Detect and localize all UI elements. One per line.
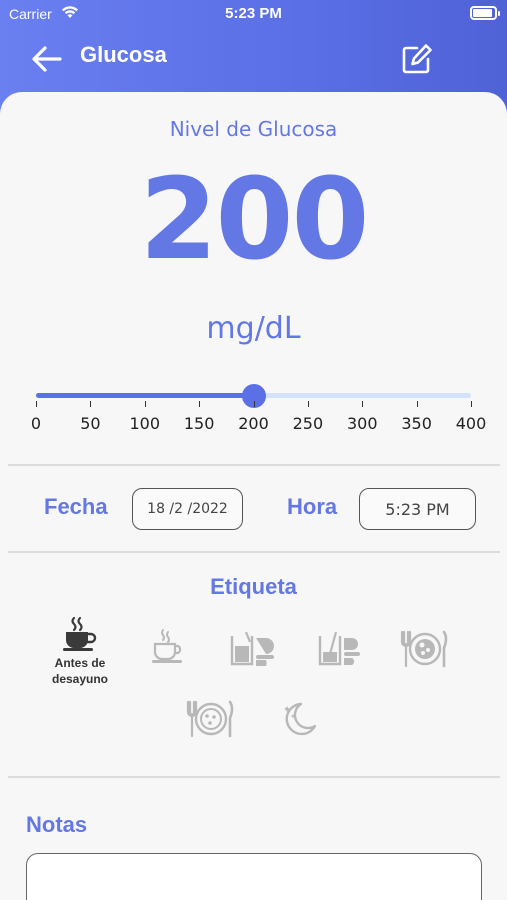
tag-steaming-cup[interactable] [128,628,208,664]
divider [8,464,500,466]
time-label: Hora [287,494,338,519]
divider [8,776,500,778]
juice-sandwich-icon [230,631,274,666]
arrow-left-icon[interactable] [30,42,64,76]
tag-plate-cutlery[interactable] [171,700,251,738]
slider-tick-label: 300 [346,414,378,433]
slider-tick [471,401,472,407]
glucose-unit: mg/dL [206,311,301,346]
slider-tick-label: 100 [129,414,161,433]
tag-caption: Antes de desayuno [51,656,108,686]
plate-fork-knife-icon [400,630,448,668]
steaming-cup-icon [152,629,182,663]
slider-tick [307,401,309,407]
tag-plate-fork-knife[interactable] [385,630,465,668]
slider-tick [144,401,146,407]
tag-juice-sandwich[interactable] [213,630,293,668]
slider-tick-label: 400 [455,414,487,433]
glucose-value: 200 [139,155,370,285]
glucose-slider[interactable]: 0 50 100 150 200 250 300 350 400 [31,384,486,434]
date-field[interactable]: 18 /2 /2022 [132,488,243,530]
tag-moon[interactable] [259,700,339,738]
slider-tick [253,401,255,407]
tag-glass-sandwich[interactable] [300,630,380,668]
edit-icon[interactable] [400,42,434,76]
divider [8,551,500,553]
status-bar: Carrier 5:23 PM [0,0,507,28]
notes-label: Notas [26,812,88,837]
slider-tick-label: 350 [401,414,432,433]
slider-tick-label: 250 [292,414,324,433]
moon-icon [284,702,317,736]
date-label: Fecha [44,494,108,519]
coffee-cup-icon [63,616,97,651]
tag-antes-desayuno[interactable]: Antes de desayuno [40,616,120,687]
page-title: Glucosa [80,42,167,67]
slider-tick [362,401,364,407]
tag-title: Etiqueta [210,574,297,599]
slider-fill [36,393,254,398]
status-time: 5:23 PM [225,5,282,22]
time-field[interactable]: 5:23 PM [359,488,476,530]
slider-tick [90,401,92,407]
glucose-level-label: Nivel de Glucosa [169,117,338,141]
slider-tick [416,401,418,407]
slider-tick [36,401,37,407]
notes-input[interactable] [26,853,482,900]
glass-sandwich-icon [318,631,360,666]
slider-tick-label: 200 [238,414,269,433]
slider-tick-label: 0 [30,414,42,433]
battery-icon [470,6,500,20]
slider-tick-label: 150 [183,414,215,433]
slider-tick [199,401,201,407]
slider-tick-label: 50 [80,414,101,433]
plate-cutlery-icon [186,700,234,738]
